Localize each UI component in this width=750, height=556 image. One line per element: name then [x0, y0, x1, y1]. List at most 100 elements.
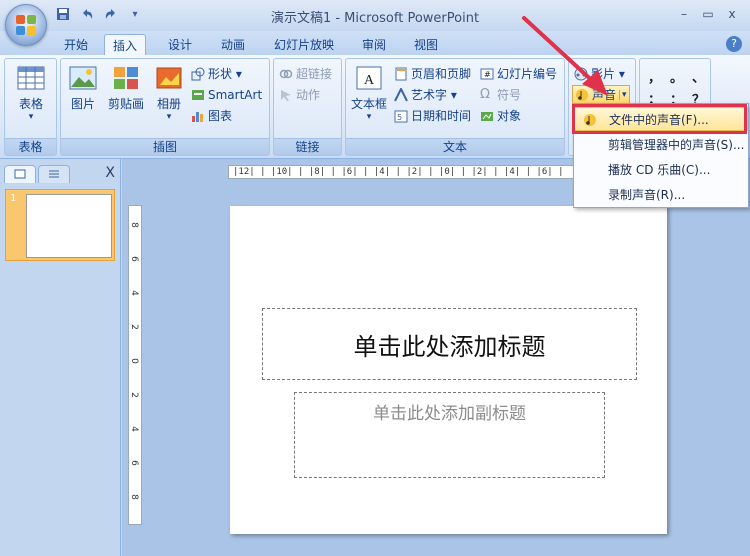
- vruler-tick: 6: [128, 460, 139, 466]
- smartart-button[interactable]: SmartArt: [191, 85, 262, 104]
- subtitle-placeholder[interactable]: 单击此处添加副标题: [294, 392, 605, 478]
- menu-item-label: 播放 CD 乐曲(C)...: [608, 162, 711, 177]
- album-icon: [156, 67, 182, 89]
- tab-view[interactable]: 视图: [406, 34, 446, 55]
- group-label-text: 文本: [346, 138, 564, 155]
- clipart-icon: [114, 67, 138, 89]
- menu-item-play-cd[interactable]: 播放 CD 乐曲(C)...: [574, 157, 748, 181]
- vruler-tick: 0: [128, 358, 139, 364]
- object-icon: [481, 111, 493, 121]
- action-button[interactable]: 动作: [279, 85, 320, 104]
- datetime-button[interactable]: 5 日期和时间: [394, 106, 471, 125]
- sound-file-icon: [584, 114, 596, 126]
- slides-tab-icon: [14, 169, 26, 179]
- header-footer-button[interactable]: 页眉和页脚: [394, 64, 471, 83]
- textbox-icon: A: [356, 66, 382, 90]
- char-enumeration[interactable]: 、: [692, 67, 705, 86]
- slide-canvas[interactable]: 单击此处添加标题 单击此处添加副标题: [230, 206, 667, 534]
- annotation-arrow-icon: [522, 16, 608, 96]
- wordart-button[interactable]: 艺术字 ▾: [394, 85, 457, 104]
- svg-text:A: A: [364, 73, 375, 88]
- album-arrow: ▾: [166, 112, 172, 122]
- office-button[interactable]: [5, 4, 47, 46]
- chart-label: 图表: [208, 109, 233, 123]
- outline-tab-icon: [49, 170, 59, 178]
- textbox-button[interactable]: A 文本框 ▾: [350, 65, 388, 122]
- action-icon: [281, 89, 291, 101]
- slide-editing-area: |12| | |10| | |8| | |6| | |4| | |2| | |0…: [122, 159, 750, 556]
- menu-item-sound-from-clip-organizer[interactable]: 剪辑管理器中的声音(S)...: [574, 132, 748, 156]
- textbox-label: 文本框: [350, 97, 387, 111]
- maximize-button[interactable]: ▭: [696, 4, 720, 24]
- ribbon-tabs: 开始 插入 设计 动画 幻灯片放映 审阅 视图 ?: [0, 31, 750, 55]
- omega-icon: Ω: [480, 87, 490, 102]
- object-button[interactable]: 对象: [480, 106, 521, 125]
- help-icon[interactable]: ?: [726, 36, 742, 52]
- tab-insert[interactable]: 插入: [104, 34, 147, 55]
- menu-item-sound-from-file[interactable]: 文件中的声音(F)...: [574, 107, 748, 131]
- shapes-label: 形状 ▾: [208, 67, 242, 81]
- menu-item-record-sound[interactable]: 录制声音(R)...: [574, 182, 748, 206]
- group-table: 表格 ▾ 表格: [4, 58, 57, 156]
- wordart-label: 艺术字 ▾: [411, 88, 457, 102]
- slides-pane: X 1: [0, 159, 121, 556]
- tab-design[interactable]: 设计: [160, 34, 200, 55]
- shapes-button[interactable]: 形状 ▾: [191, 64, 242, 83]
- hyperlink-label: 超链接: [296, 67, 333, 81]
- tab-home[interactable]: 开始: [56, 34, 96, 55]
- vruler-tick: 8: [128, 222, 139, 228]
- album-button[interactable]: 相册 ▾: [151, 65, 187, 122]
- shapes-icon: [191, 67, 205, 80]
- sound-dropdown-menu: 文件中的声音(F)... 剪辑管理器中的声音(S)... 播放 CD 乐曲(C)…: [573, 103, 749, 208]
- tab-slideshow[interactable]: 幻灯片放映: [266, 34, 342, 55]
- sound-dropdown-arrow[interactable]: ▾: [619, 89, 627, 100]
- chart-icon: [192, 111, 203, 122]
- picture-label: 图片: [70, 97, 95, 111]
- vruler-tick: 2: [128, 324, 139, 330]
- tab-animation[interactable]: 动画: [213, 34, 253, 55]
- slide-number-icon: #: [480, 68, 494, 79]
- slide-thumbnail[interactable]: [26, 194, 112, 258]
- char-comma[interactable]: ，: [648, 67, 661, 86]
- group-links: 超链接 动作 链接: [273, 58, 342, 156]
- window-title: 演示文稿1 - Microsoft PowerPoint: [270, 11, 480, 26]
- office-logo-icon: [16, 15, 37, 36]
- hyperlink-icon: [279, 69, 293, 78]
- hyperlink-button[interactable]: 超链接: [279, 64, 332, 83]
- window-controls: – ▭ x: [672, 4, 744, 24]
- menu-item-label: 录制声音(R)...: [608, 187, 686, 202]
- tab-slides[interactable]: [4, 165, 36, 183]
- slide-thumbnail-selected[interactable]: 1: [5, 189, 115, 261]
- svg-text:5: 5: [397, 113, 402, 122]
- pane-close-icon[interactable]: X: [105, 165, 115, 181]
- tab-review[interactable]: 审阅: [354, 34, 394, 55]
- object-label: 对象: [497, 109, 522, 123]
- chart-button[interactable]: 图表: [191, 106, 232, 125]
- table-button-label: 表格: [18, 97, 43, 111]
- vruler-tick: 8: [128, 494, 139, 500]
- group-label-links: 链接: [274, 138, 341, 155]
- char-period[interactable]: 。: [670, 67, 683, 86]
- group-illustrations: 图片 剪贴画 相册 ▾ 形状 ▾ SmartArt 图表 插图: [60, 58, 270, 156]
- clipart-button[interactable]: 剪贴画: [105, 65, 147, 112]
- slide-number: 1: [10, 193, 17, 204]
- clipart-label: 剪贴画: [107, 97, 144, 111]
- picture-icon: [69, 66, 97, 90]
- album-label: 相册: [156, 97, 181, 111]
- close-button[interactable]: x: [720, 4, 744, 24]
- title-placeholder[interactable]: 单击此处添加标题: [262, 308, 637, 380]
- table-arrow: ▾: [28, 112, 34, 122]
- picture-button[interactable]: 图片: [65, 65, 101, 112]
- minimize-button[interactable]: –: [672, 4, 696, 24]
- table-icon: [17, 66, 45, 90]
- datetime-icon: 5: [394, 110, 408, 122]
- table-button[interactable]: 表格 ▾: [13, 65, 49, 122]
- vruler-tick: 4: [128, 290, 139, 296]
- datetime-label: 日期和时间: [411, 109, 472, 123]
- smartart-label: SmartArt: [208, 87, 263, 102]
- vruler-tick: 4: [128, 426, 139, 432]
- vruler-tick: 6: [128, 256, 139, 262]
- vruler-tick: 2: [128, 392, 139, 398]
- tab-outline[interactable]: [38, 165, 70, 183]
- svg-text:#: #: [484, 70, 491, 79]
